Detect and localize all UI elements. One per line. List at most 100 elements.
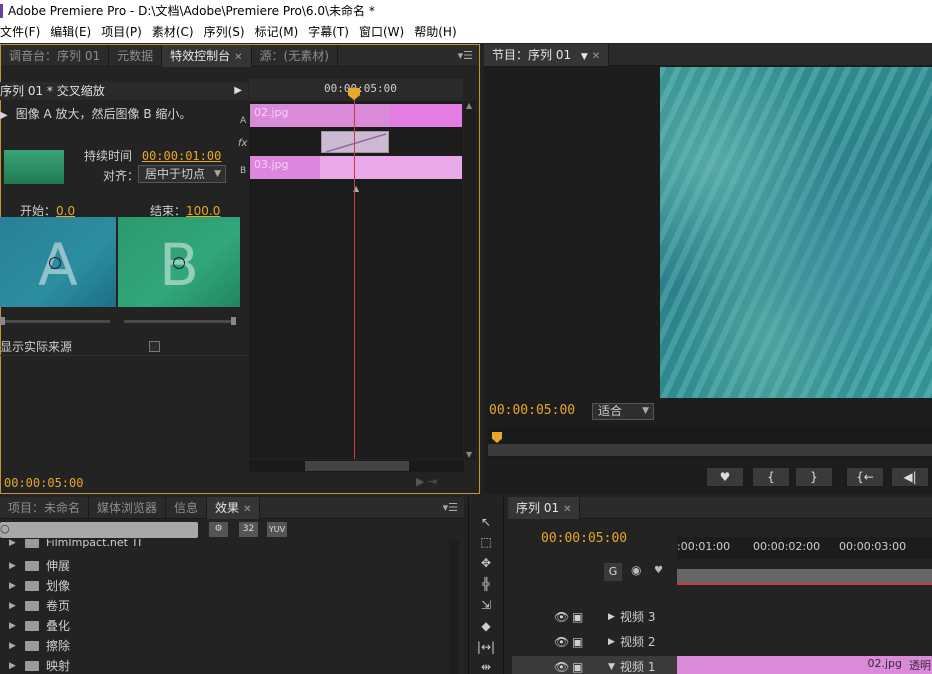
- expand-icon[interactable]: ▶: [9, 556, 16, 576]
- fx-horizontal-scrollbar[interactable]: [249, 460, 464, 472]
- add-marker-button[interactable]: ♥: [706, 467, 744, 487]
- step-back-button[interactable]: ◀|: [891, 467, 929, 487]
- effects-search-input[interactable]: ○: [0, 522, 198, 538]
- sequence-ruler[interactable]: :00:01:00 00:00:02:00 00:00:03:00: [677, 537, 932, 559]
- tab-effects[interactable]: 效果 ✕: [207, 496, 261, 519]
- fx-vertical-scrollbar[interactable]: ▲ ▼: [464, 101, 476, 459]
- menu-file[interactable]: 文件(F): [0, 22, 45, 43]
- center-handle-b[interactable]: [173, 257, 185, 269]
- work-area-bar[interactable]: [677, 569, 932, 584]
- tab-source[interactable]: 源：(无素材): [252, 44, 338, 67]
- tab-effect-controls[interactable]: 特效控制台 ✕: [162, 44, 252, 67]
- rate-stretch-tool-icon[interactable]: ⇲: [476, 596, 496, 614]
- filmstrip-icon[interactable]: ▣: [572, 631, 583, 653]
- expand-icon[interactable]: ▶: [9, 576, 16, 596]
- yuv-effects-icon[interactable]: YUV: [267, 522, 287, 537]
- start-value[interactable]: 0.0: [56, 204, 75, 218]
- tab-audio-mixer[interactable]: 调音台：序列 01: [1, 44, 110, 67]
- program-timecode[interactable]: 00:00:05:00: [489, 403, 575, 418]
- fx-timeline-area[interactable]: [249, 101, 463, 459]
- transition-block[interactable]: [321, 131, 389, 153]
- effects-scrollbar[interactable]: [449, 539, 459, 674]
- eye-icon[interactable]: 👁: [554, 656, 569, 674]
- tab-sequence[interactable]: 序列 01 ✕: [508, 496, 581, 519]
- show-actual-sources-checkbox[interactable]: [149, 341, 160, 352]
- close-icon[interactable]: ✕: [243, 504, 251, 515]
- list-item[interactable]: ▶ 卷页: [0, 596, 450, 616]
- tab-project[interactable]: 项目：未命名: [0, 496, 90, 519]
- program-scroll-bar[interactable]: [488, 444, 932, 456]
- track-header-video2[interactable]: 👁 ▣ ▶ 视频 2: [512, 631, 677, 653]
- list-item[interactable]: ▶ 擦除: [0, 636, 450, 656]
- close-icon[interactable]: ✕: [592, 51, 600, 62]
- collapse-icon[interactable]: ▼: [608, 656, 615, 674]
- tab-program[interactable]: 节目：序列 01 ▼ ✕: [484, 43, 610, 66]
- expand-icon[interactable]: ▶: [9, 656, 16, 674]
- eye-icon[interactable]: 👁: [554, 631, 569, 653]
- clip-b[interactable]: 03.jpg: [250, 156, 462, 179]
- play-preview-icon[interactable]: ▶: [0, 110, 8, 121]
- track-header-video3[interactable]: 👁 ▣ ▶ 视频 3: [512, 606, 677, 628]
- expand-icon[interactable]: ▶: [9, 596, 16, 616]
- rolling-edit-tool-icon[interactable]: ╬: [476, 575, 496, 593]
- track-select-tool-icon[interactable]: ⬚: [476, 533, 496, 551]
- expand-icon[interactable]: ▶: [9, 636, 16, 656]
- start-slider[interactable]: [0, 320, 110, 323]
- close-icon[interactable]: ✕: [234, 52, 242, 63]
- eye-icon[interactable]: 👁: [554, 606, 569, 628]
- 32bit-effects-icon[interactable]: 32: [239, 522, 258, 537]
- expand-icon[interactable]: ▶: [9, 616, 16, 636]
- filmstrip-icon[interactable]: ▣: [572, 606, 583, 628]
- expand-icon[interactable]: ▶: [608, 606, 615, 628]
- start-slider-handle[interactable]: [0, 317, 5, 325]
- menu-clip[interactable]: 素材(C): [147, 22, 199, 43]
- ripple-edit-tool-icon[interactable]: ✥: [476, 554, 496, 572]
- list-item[interactable]: ▶ 伸展: [0, 556, 450, 576]
- menu-help[interactable]: 帮助(H): [409, 22, 461, 43]
- slide-tool-icon[interactable]: ⇹: [476, 658, 496, 674]
- link-marker-icon[interactable]: ◉: [631, 563, 641, 577]
- menu-sequence[interactable]: 序列(S): [199, 22, 250, 43]
- accelerated-effects-icon[interactable]: ⚙: [209, 522, 228, 537]
- menu-project[interactable]: 项目(P): [96, 22, 147, 43]
- sequence-timecode[interactable]: 00:00:05:00: [541, 531, 627, 546]
- menu-title[interactable]: 字幕(T): [303, 22, 354, 43]
- razor-tool-icon[interactable]: ◆: [476, 617, 496, 635]
- menu-marker[interactable]: 标记(M): [250, 22, 304, 43]
- panel-menu-icon[interactable]: ▾☰: [443, 501, 464, 514]
- close-icon[interactable]: ✕: [563, 504, 571, 515]
- clip-a[interactable]: 02.jpg: [250, 104, 462, 127]
- list-item[interactable]: ▶ 划像: [0, 576, 450, 596]
- chevron-down-icon[interactable]: ▼: [581, 52, 588, 62]
- tab-metadata[interactable]: 元数据: [109, 44, 163, 67]
- add-marker-icon[interactable]: ♥: [654, 565, 663, 576]
- fx-footer-timecode[interactable]: 00:00:05:00: [4, 476, 83, 490]
- expand-icon[interactable]: ▶: [9, 539, 16, 550]
- mark-out-button[interactable]: }: [795, 467, 833, 487]
- play-arrow-icon[interactable]: ▶: [234, 82, 242, 100]
- fx-playhead-line[interactable]: [354, 92, 355, 459]
- tab-info[interactable]: 信息: [166, 496, 208, 519]
- filmstrip-icon[interactable]: ▣: [572, 656, 583, 674]
- end-value[interactable]: 100.0: [186, 204, 220, 218]
- menu-window[interactable]: 窗口(W): [354, 22, 409, 43]
- expand-icon[interactable]: ▶: [608, 631, 615, 653]
- fit-dropdown[interactable]: 适合 ▼: [592, 403, 654, 420]
- mark-in-button[interactable]: {: [752, 467, 790, 487]
- scroll-up-icon[interactable]: ▲: [466, 101, 472, 110]
- timeline-clip[interactable]: 02.jpg 透明: [677, 656, 932, 674]
- track-header-video1[interactable]: 👁 ▣ ▼ 视频 1: [512, 656, 677, 674]
- panel-menu-icon[interactable]: ▾☰: [458, 49, 479, 62]
- slip-tool-icon[interactable]: |↔|: [476, 638, 496, 656]
- end-slider[interactable]: [124, 320, 236, 323]
- menu-edit[interactable]: 编辑(E): [45, 22, 96, 43]
- duration-value[interactable]: 00:00:01:00: [142, 149, 221, 163]
- scrollbar-thumb[interactable]: [305, 461, 409, 471]
- tab-media-browser[interactable]: 媒体浏览器: [89, 496, 167, 519]
- align-dropdown[interactable]: 居中于切点 ▼: [138, 165, 226, 183]
- program-time-ruler[interactable]: [488, 426, 932, 460]
- list-item[interactable]: ▶ 映射: [0, 656, 450, 674]
- snap-icon[interactable]: G: [604, 563, 622, 581]
- scroll-down-icon[interactable]: ▼: [466, 450, 472, 459]
- selection-tool-icon[interactable]: ↖: [476, 513, 496, 531]
